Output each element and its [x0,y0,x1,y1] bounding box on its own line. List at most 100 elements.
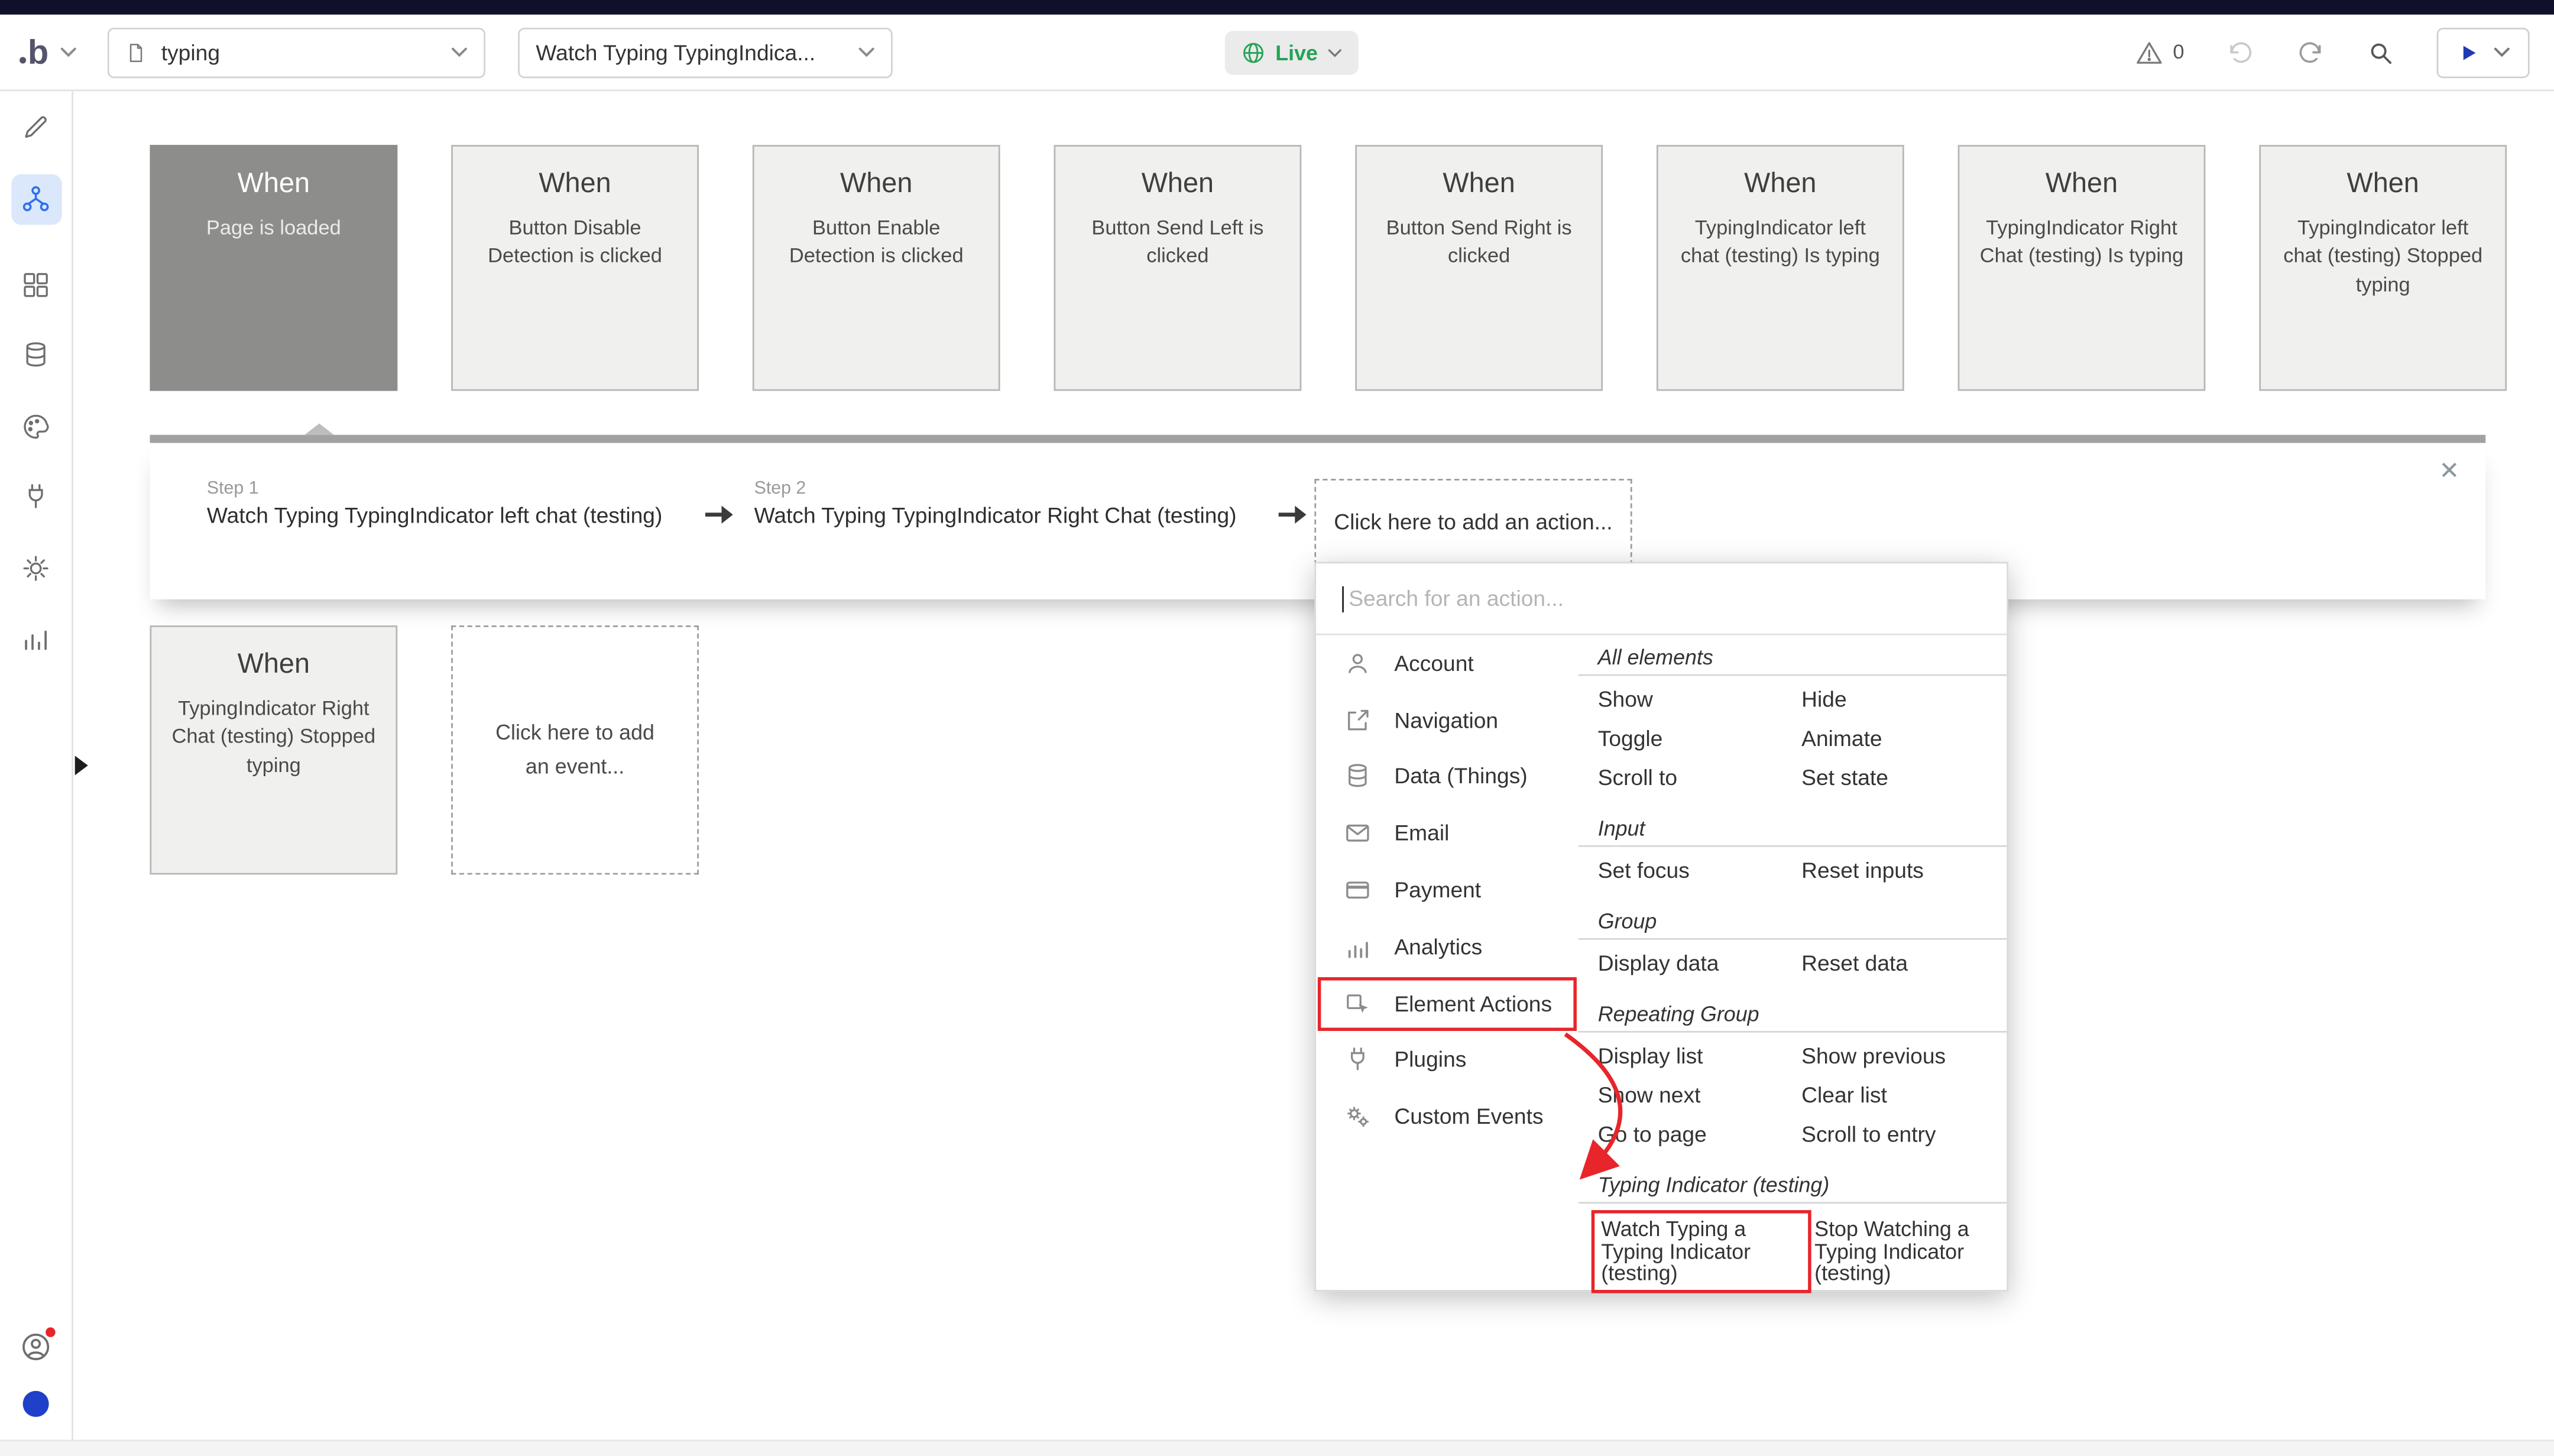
action-list: All elements Show Hide Toggle Animate Sc… [1579,635,2007,1293]
pencil-icon [21,112,51,142]
workflow-selector-dropdown[interactable]: Watch Typing TypingIndica... [518,28,893,78]
chevron-down-icon [2494,47,2510,58]
issues-indicator[interactable]: 0 [2135,38,2184,66]
action-item[interactable]: Reset inputs [1801,852,2007,891]
category-analytics[interactable]: Analytics [1316,919,1579,975]
grid-icon [21,270,51,300]
action-item[interactable]: Show next [1598,1076,1801,1115]
action-item-stop-watching[interactable]: Stop Watching a Typing Indicator (testin… [1808,1214,2007,1289]
text-cursor [1342,586,1344,612]
sidebar-item-styles[interactable] [0,397,72,456]
action-section: Input Set focus Reset inputs [1579,806,2007,899]
analytics-icon [1344,933,1372,961]
category-element-actions[interactable]: Element Actions [1316,975,1579,1032]
workflow-step[interactable]: Step 2 Watch Typing TypingIndicator Righ… [754,479,1237,528]
action-section-header: All elements [1579,635,2007,676]
action-item[interactable]: Hide [1801,681,2007,720]
action-item[interactable]: Toggle [1598,720,1801,759]
horizontal-scrollbar-track[interactable] [0,1440,2554,1456]
action-item[interactable]: Go to page [1598,1115,1801,1155]
category-payment[interactable]: Payment [1316,862,1579,919]
category-account[interactable]: Account [1316,635,1579,692]
add-event-button[interactable]: Click here to add an event... [451,625,699,875]
category-plugins[interactable]: Plugins [1316,1032,1579,1089]
sidebar-item-help[interactable] [0,1318,72,1376]
action-category-list: Account Navigation Data (Things) Email [1316,635,1579,1293]
action-item[interactable]: Clear list [1801,1076,2007,1115]
envelope-icon [1344,820,1372,848]
page-selector-value: typing [161,41,437,65]
category-custom-events[interactable]: Custom Events [1316,1088,1579,1145]
steps-divider-bar [150,435,2485,443]
plug-icon [21,482,51,512]
action-item[interactable]: Show previous [1801,1037,2007,1076]
event-card[interactable]: When Button Enable Detection is clicked [753,145,1000,391]
preview-button[interactable] [2437,27,2530,77]
selected-event-pointer [304,423,334,434]
workflow-step[interactable]: Step 1 Watch Typing TypingIndicator left… [207,479,662,528]
panel-collapse-handle[interactable] [75,755,88,775]
sidebar-item-logs[interactable] [0,609,72,667]
redo-icon[interactable] [2297,38,2325,66]
action-section: Typing Indicator (testing) Watch Typing … [1579,1163,2007,1299]
event-card[interactable]: When TypingIndicator Right Chat (testing… [150,625,397,875]
user-avatar[interactable] [23,1391,49,1417]
app-window: b typing Watch Typing TypingIndica... Li… [0,0,2554,1456]
chevron-down-icon [451,47,468,59]
credit-card-icon [1344,876,1372,904]
action-item[interactable]: Show [1598,681,1801,720]
action-item[interactable]: Set focus [1598,852,1801,891]
environment-selector[interactable]: Live [1225,31,1359,74]
workflow-canvas[interactable]: When Page is loaded When Button Disable … [73,91,2554,1456]
action-section-header: Repeating Group [1579,992,2007,1033]
top-dark-strip [0,0,2554,15]
action-item-watch-typing[interactable]: Watch Typing a Typing Indicator (testing… [1594,1214,1808,1289]
action-search-input[interactable] [1316,563,2007,633]
add-action-button[interactable]: Click here to add an action... [1314,479,1632,565]
category-navigation[interactable]: Navigation [1316,692,1579,748]
workflow-icon [21,184,51,213]
close-icon[interactable]: ✕ [2439,459,2460,484]
action-item[interactable]: Reset data [1801,945,2007,984]
category-data-things[interactable]: Data (Things) [1316,748,1579,805]
action-search [1316,563,2007,635]
sidebar-item-workflow[interactable] [0,170,72,228]
gears-icon [1344,1103,1372,1131]
sidebar-item-settings[interactable] [0,539,72,598]
event-card[interactable]: When Page is loaded [150,145,397,391]
gear-icon [21,554,51,583]
action-item[interactable]: Set state [1801,759,2007,798]
event-card[interactable]: When TypingIndicator left chat (testing)… [1657,145,1904,391]
event-card[interactable]: When Button Send Right is clicked [1355,145,1603,391]
workflow-selector-value: Watch Typing TypingIndica... [536,41,844,65]
chevron-down-icon [60,47,76,58]
issues-count: 0 [2173,41,2184,64]
action-item[interactable]: Scroll to entry [1801,1115,2007,1155]
undo-icon[interactable] [2226,38,2254,66]
bubble-logo-menu[interactable]: b [20,15,76,90]
sidebar-item-data[interactable] [0,326,72,384]
page-selector-dropdown[interactable]: typing [108,28,485,78]
notification-dot [46,1327,56,1337]
sidebar-item-design[interactable] [0,98,72,156]
search-icon[interactable] [2367,38,2394,66]
bar-chart-icon [21,624,51,653]
action-item[interactable]: Display data [1598,945,1801,984]
action-item[interactable]: Display list [1598,1037,1801,1076]
event-card[interactable]: When Button Send Left is clicked [1054,145,1302,391]
action-item[interactable]: Animate [1801,720,2007,759]
category-email[interactable]: Email [1316,805,1579,862]
sidebar-item-layout[interactable] [0,256,72,314]
left-sidebar [0,91,73,1456]
action-section-header: Input [1579,806,2007,847]
event-card[interactable]: When Button Disable Detection is clicked [451,145,699,391]
step-arrow-icon [704,503,734,526]
chevron-down-icon [1327,48,1342,58]
action-item[interactable]: Scroll to [1598,759,1801,798]
event-card[interactable]: When TypingIndicator Right Chat (testing… [1958,145,2206,391]
account-icon [1344,650,1372,677]
sidebar-item-plugins[interactable] [0,468,72,526]
play-icon [2456,40,2481,64]
event-card[interactable]: When TypingIndicator left chat (testing)… [2259,145,2507,391]
palette-icon [21,412,51,442]
